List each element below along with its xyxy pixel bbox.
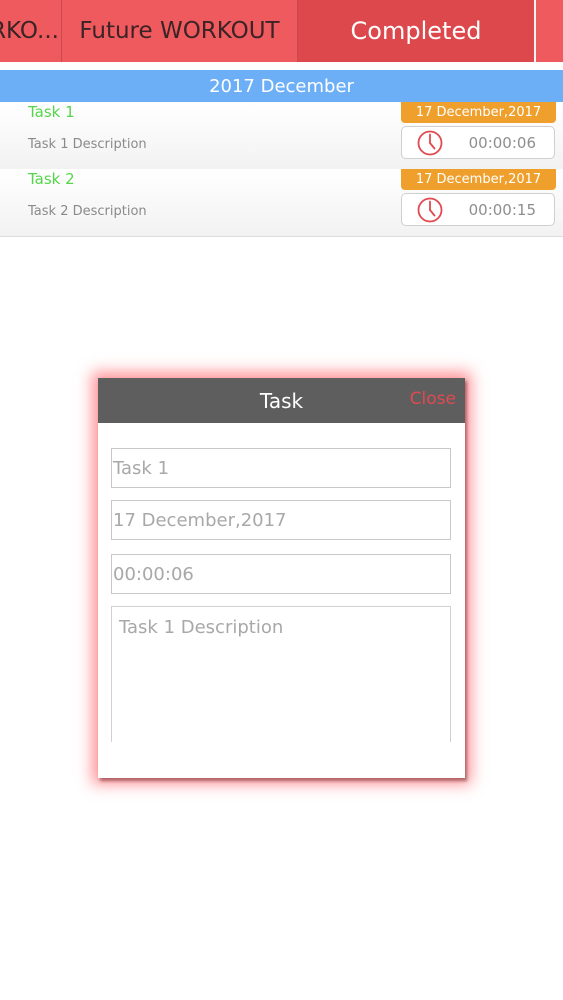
clock-icon xyxy=(417,197,443,223)
date-badge: 17 December,2017 xyxy=(401,102,556,123)
tab-label: Future WORKOUT xyxy=(79,18,280,44)
tab-future-workout[interactable]: Future WORKOUT xyxy=(62,0,298,62)
section-title: 2017 December xyxy=(209,75,354,97)
task-row[interactable]: Task 2 Task 2 Description 17 December,20… xyxy=(0,169,563,237)
date-text: 17 December,2017 xyxy=(415,105,542,120)
timer-value: 00:00:15 xyxy=(468,201,536,219)
tab-workout[interactable]: RKO... xyxy=(0,0,62,62)
timer-box[interactable]: 00:00:15 xyxy=(401,193,555,226)
task-name: Task 1 xyxy=(28,103,75,121)
modal-header: Task Close xyxy=(98,378,465,423)
task-name-field[interactable]: Task 1 xyxy=(111,448,451,488)
task-date-field[interactable]: 17 December,2017 xyxy=(111,500,451,540)
tab-label: RKO... xyxy=(0,18,59,44)
field-value: Task 1 Description xyxy=(119,617,284,638)
section-header: 2017 December xyxy=(0,70,563,102)
field-value: 00:00:06 xyxy=(113,563,194,585)
tab-divider xyxy=(0,62,563,70)
clock-icon xyxy=(417,130,443,156)
task-name: Task 2 xyxy=(28,170,75,188)
task-modal: Task Close Task 1 17 December,2017 00:00… xyxy=(98,378,465,778)
task-description: Task 1 Description xyxy=(28,137,147,152)
tab-bar: RKO... Future WORKOUT Completed xyxy=(0,0,563,62)
timer-box[interactable]: 00:00:06 xyxy=(401,126,555,159)
date-text: 17 December,2017 xyxy=(415,172,542,187)
task-time-field[interactable]: 00:00:06 xyxy=(111,554,451,594)
field-value: Task 1 xyxy=(113,457,170,479)
tab-label: Completed xyxy=(350,17,482,45)
task-description: Task 2 Description xyxy=(28,204,147,219)
field-value: 17 December,2017 xyxy=(113,509,287,531)
close-button[interactable]: Close xyxy=(410,389,456,409)
timer-value: 00:00:06 xyxy=(468,134,536,152)
date-badge: 17 December,2017 xyxy=(401,169,556,190)
tab-completed[interactable]: Completed xyxy=(298,0,534,62)
task-description-field[interactable]: Task 1 Description xyxy=(111,606,451,742)
tab-next[interactable] xyxy=(534,0,563,62)
task-row[interactable]: Task 1 Task 1 Description 17 December,20… xyxy=(0,102,563,170)
